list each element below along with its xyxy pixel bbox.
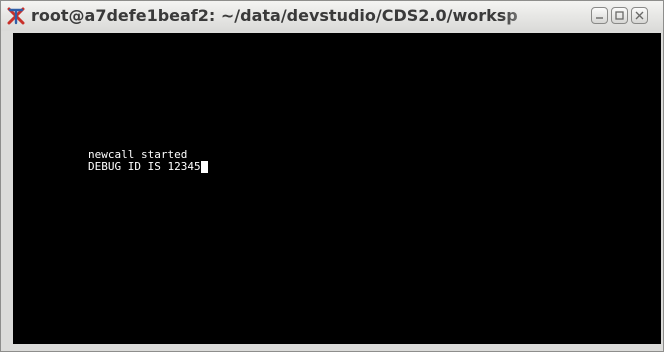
xterm-icon: [7, 7, 25, 25]
terminal-line-prompt: DEBUG ID IS 12345: [88, 161, 208, 173]
text-cursor: [200, 161, 208, 173]
maximize-icon: [615, 11, 624, 20]
minimize-icon: [596, 17, 603, 19]
minimize-button[interactable]: [591, 7, 608, 24]
close-button[interactable]: [631, 7, 648, 24]
terminal-output: newcall started DEBUG ID IS 12345: [88, 149, 208, 173]
window-title: root@a7defe1beaf2: ~/data/devstudio/CDS2…: [31, 6, 518, 25]
title-bar[interactable]: root@a7defe1beaf2: ~/data/devstudio/CDS2…: [1, 1, 663, 31]
close-icon: [635, 11, 644, 20]
terminal-line: DEBUG ID IS 12345: [88, 160, 201, 173]
terminal-area[interactable]: newcall started DEBUG ID IS 12345: [13, 33, 661, 344]
terminal-window: root@a7defe1beaf2: ~/data/devstudio/CDS2…: [0, 0, 664, 352]
maximize-button[interactable]: [611, 7, 628, 24]
